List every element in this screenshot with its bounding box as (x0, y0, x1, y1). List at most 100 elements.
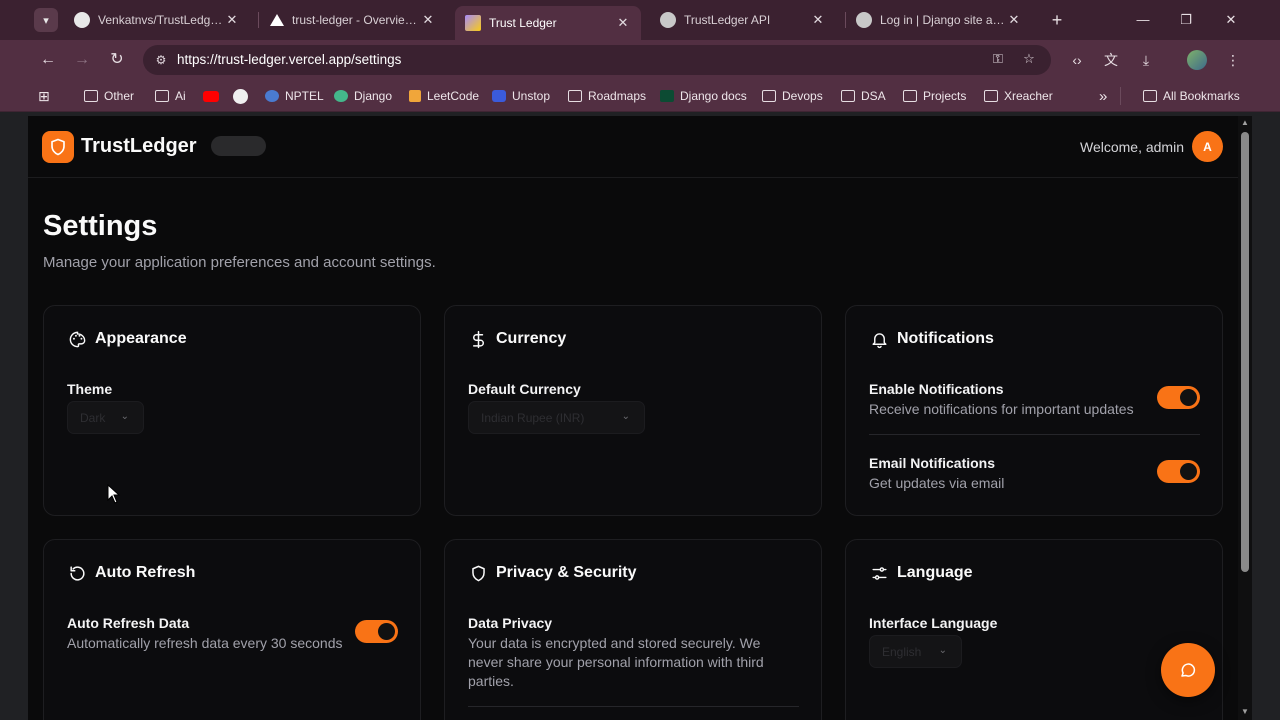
language-select[interactable]: English ⌄ (869, 635, 962, 668)
browser-menu-icon[interactable]: ⋮ (1223, 50, 1243, 70)
enable-notifications-toggle[interactable] (1157, 386, 1200, 409)
bookmark-github[interactable] (233, 87, 254, 105)
new-tab-button[interactable]: + (1047, 10, 1067, 30)
chat-button[interactable] (1161, 643, 1215, 697)
github-icon (233, 88, 248, 104)
bookmark-youtube[interactable] (203, 87, 225, 105)
window-right-gutter (1252, 112, 1280, 720)
browser-tab-2[interactable]: trust-ledger - Overview - ✕ (260, 6, 446, 34)
divider (869, 434, 1200, 435)
bookmark-star-icon[interactable]: ☆ (1019, 51, 1039, 69)
url-text[interactable]: https://trust-ledger.vercel.app/settings (177, 52, 401, 67)
profile-avatar[interactable] (1187, 50, 1207, 70)
folder-icon (903, 90, 917, 102)
bookmark-devops[interactable]: Devops (762, 87, 823, 105)
bookmark-django[interactable]: Django (334, 87, 392, 105)
bookmark-nptel[interactable]: NPTEL (265, 87, 324, 105)
translate-icon[interactable]: 文 (1101, 50, 1121, 70)
folder-icon (155, 90, 169, 102)
welcome-text: Welcome, admin (1079, 139, 1184, 155)
close-icon[interactable]: ✕ (420, 12, 436, 28)
vercel-icon (270, 14, 284, 26)
tab-title: Venkatnvs/TrustLedger: A (98, 13, 224, 27)
tab-separator (258, 12, 259, 28)
email-notifications-desc: Get updates via email (869, 475, 1005, 491)
bookmark-label: Projects (923, 89, 967, 103)
tab-title: trust-ledger - Overview - (292, 13, 420, 27)
youtube-icon (203, 90, 219, 102)
bookmark-dsa[interactable]: DSA (841, 87, 886, 105)
bookmark-leetcode[interactable]: LeetCode (409, 87, 479, 105)
data-privacy-desc: Your data is encrypted and stored secure… (468, 635, 764, 689)
currency-select[interactable]: Indian Rupee (INR) ⌄ (468, 401, 645, 434)
card-title: Auto Refresh (95, 564, 196, 581)
theme-select-value: Dark (80, 411, 106, 425)
brand-name[interactable]: TrustLedger (81, 135, 197, 158)
scroll-thumb[interactable] (1241, 132, 1249, 572)
bookmark-all[interactable]: All Bookmarks (1143, 87, 1240, 105)
bookmark-django-docs[interactable]: Django docs (660, 87, 747, 105)
close-icon[interactable]: ✕ (615, 15, 631, 31)
bookmark-label: All Bookmarks (1163, 89, 1240, 103)
browser-tab-5[interactable]: Log in | Django site admin ✕ (846, 6, 1032, 34)
folder-icon (84, 90, 98, 102)
unstop-icon (492, 90, 506, 102)
email-notifications-toggle[interactable] (1157, 460, 1200, 483)
bookmark-label: DSA (861, 89, 886, 103)
auto-refresh-card: Auto Refresh Auto Refresh Data Automatic… (43, 539, 421, 720)
interface-language-label: Interface Language (869, 615, 998, 631)
bookmarks-overflow-button[interactable]: » (1099, 87, 1107, 105)
address-bar[interactable]: ⚙ https://trust-ledger.vercel.app/settin… (143, 45, 1051, 75)
folder-icon (841, 90, 855, 102)
restore-button[interactable]: ❐ (1171, 8, 1201, 32)
close-icon[interactable]: ✕ (224, 12, 240, 28)
bookmark-roadmaps[interactable]: Roadmaps (568, 87, 646, 105)
bookmark-label: Roadmaps (588, 89, 647, 103)
enable-notifications-desc: Receive notifications for important upda… (869, 401, 1134, 417)
auto-refresh-toggle[interactable] (355, 620, 398, 643)
bookmark-ai[interactable]: Ai (155, 87, 186, 105)
email-notifications-label: Email Notifications (869, 455, 996, 471)
shield-logo-icon[interactable] (42, 131, 74, 163)
django-icon (334, 90, 348, 102)
reload-button[interactable]: ↻ (105, 48, 129, 72)
devtools-icon[interactable]: ‹› (1067, 50, 1087, 70)
browser-tab-3[interactable]: Trust Ledger ✕ (455, 6, 641, 40)
globe-icon (856, 12, 872, 28)
apps-grid-icon[interactable]: ⊞ (38, 87, 50, 105)
chat-bubble-icon (1181, 663, 1196, 677)
page-scrollbar[interactable]: ▲ ▼ (1238, 116, 1252, 720)
browser-tab-1[interactable]: Venkatnvs/TrustLedger: A ✕ (64, 6, 250, 34)
password-key-icon[interactable]: ⚿ (988, 51, 1008, 69)
window-left-gutter (0, 112, 28, 720)
browser-tab-4[interactable]: TrustLedger API ✕ (650, 6, 836, 34)
site-info-icon[interactable]: ⚙ (153, 52, 169, 68)
refresh-icon (67, 563, 87, 583)
minimize-button[interactable]: — (1128, 8, 1158, 32)
bookmark-label: Xreacher (1004, 89, 1053, 103)
toggle-knob (378, 623, 395, 640)
close-icon[interactable]: ✕ (810, 12, 826, 28)
bookmark-projects[interactable]: Projects (903, 87, 966, 105)
nptel-icon (265, 90, 279, 102)
data-privacy-label: Data Privacy (468, 615, 553, 631)
theme-select[interactable]: Dark ⌄ (67, 401, 144, 434)
user-avatar[interactable]: A (1192, 131, 1223, 162)
download-icon[interactable]: ⤓ (1136, 50, 1156, 70)
auto-refresh-desc: Automatically refresh data every 30 seco… (67, 635, 343, 651)
bookmark-xreacher[interactable]: Xreacher (984, 87, 1053, 105)
close-icon[interactable]: ✕ (1006, 12, 1022, 28)
back-button[interactable]: ← (36, 48, 60, 72)
palette-icon (67, 329, 87, 349)
close-window-button[interactable]: ✕ (1216, 8, 1246, 32)
scroll-down-arrow-icon[interactable]: ▼ (1240, 707, 1250, 717)
chevron-down-icon: ⌄ (938, 645, 947, 656)
default-currency-label: Default Currency (468, 381, 581, 397)
bookmark-other[interactable]: Other (84, 87, 134, 105)
tab-search-button[interactable]: ▾ (34, 8, 58, 32)
divider (468, 706, 799, 707)
forward-button[interactable]: → (70, 48, 94, 72)
bookmark-unstop[interactable]: Unstop (492, 87, 550, 105)
scroll-up-arrow-icon[interactable]: ▲ (1240, 118, 1250, 128)
auto-refresh-heading: Auto Refresh (67, 563, 195, 583)
